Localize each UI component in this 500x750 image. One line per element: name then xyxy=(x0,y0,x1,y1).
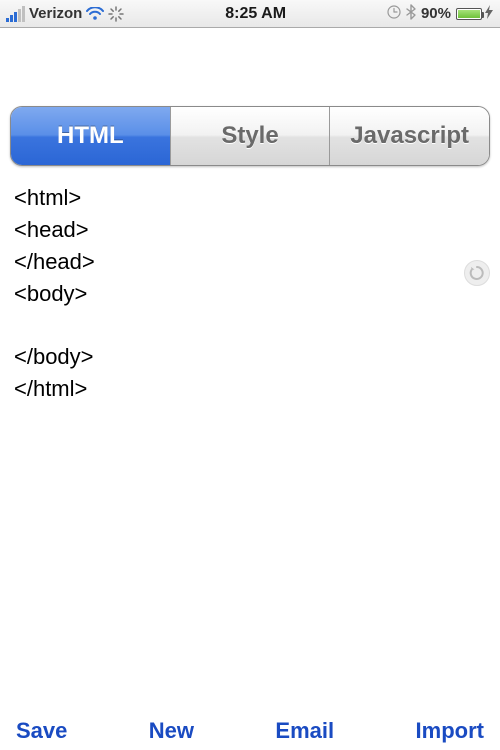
charging-icon xyxy=(484,5,494,22)
bluetooth-icon xyxy=(406,4,416,24)
status-bar: Verizon 8:25 A xyxy=(0,0,500,28)
bottom-toolbar: Save New Email Import xyxy=(0,718,500,744)
code-editor[interactable]: <html> <head> </head> <body> </body> </h… xyxy=(0,166,500,421)
refresh-icon xyxy=(469,265,485,281)
save-button[interactable]: Save xyxy=(16,718,67,744)
tab-style[interactable]: Style xyxy=(171,107,331,165)
wifi-icon xyxy=(86,7,104,21)
clock-icon xyxy=(387,5,401,22)
carrier-label: Verizon xyxy=(29,5,82,22)
battery-percent: 90% xyxy=(421,5,451,22)
status-right: 90% xyxy=(387,4,494,24)
refresh-button[interactable] xyxy=(464,260,490,286)
signal-bars-icon xyxy=(6,6,25,22)
tab-javascript[interactable]: Javascript xyxy=(330,107,489,165)
tab-html[interactable]: HTML xyxy=(11,107,171,165)
status-left: Verizon xyxy=(6,5,124,22)
battery-icon xyxy=(456,5,494,22)
new-button[interactable]: New xyxy=(149,718,194,744)
loading-spinner-icon xyxy=(108,6,124,22)
email-button[interactable]: Email xyxy=(275,718,334,744)
import-button[interactable]: Import xyxy=(416,718,484,744)
tab-segmented-control: HTML Style Javascript xyxy=(10,106,490,166)
status-time: 8:25 AM xyxy=(225,5,286,23)
